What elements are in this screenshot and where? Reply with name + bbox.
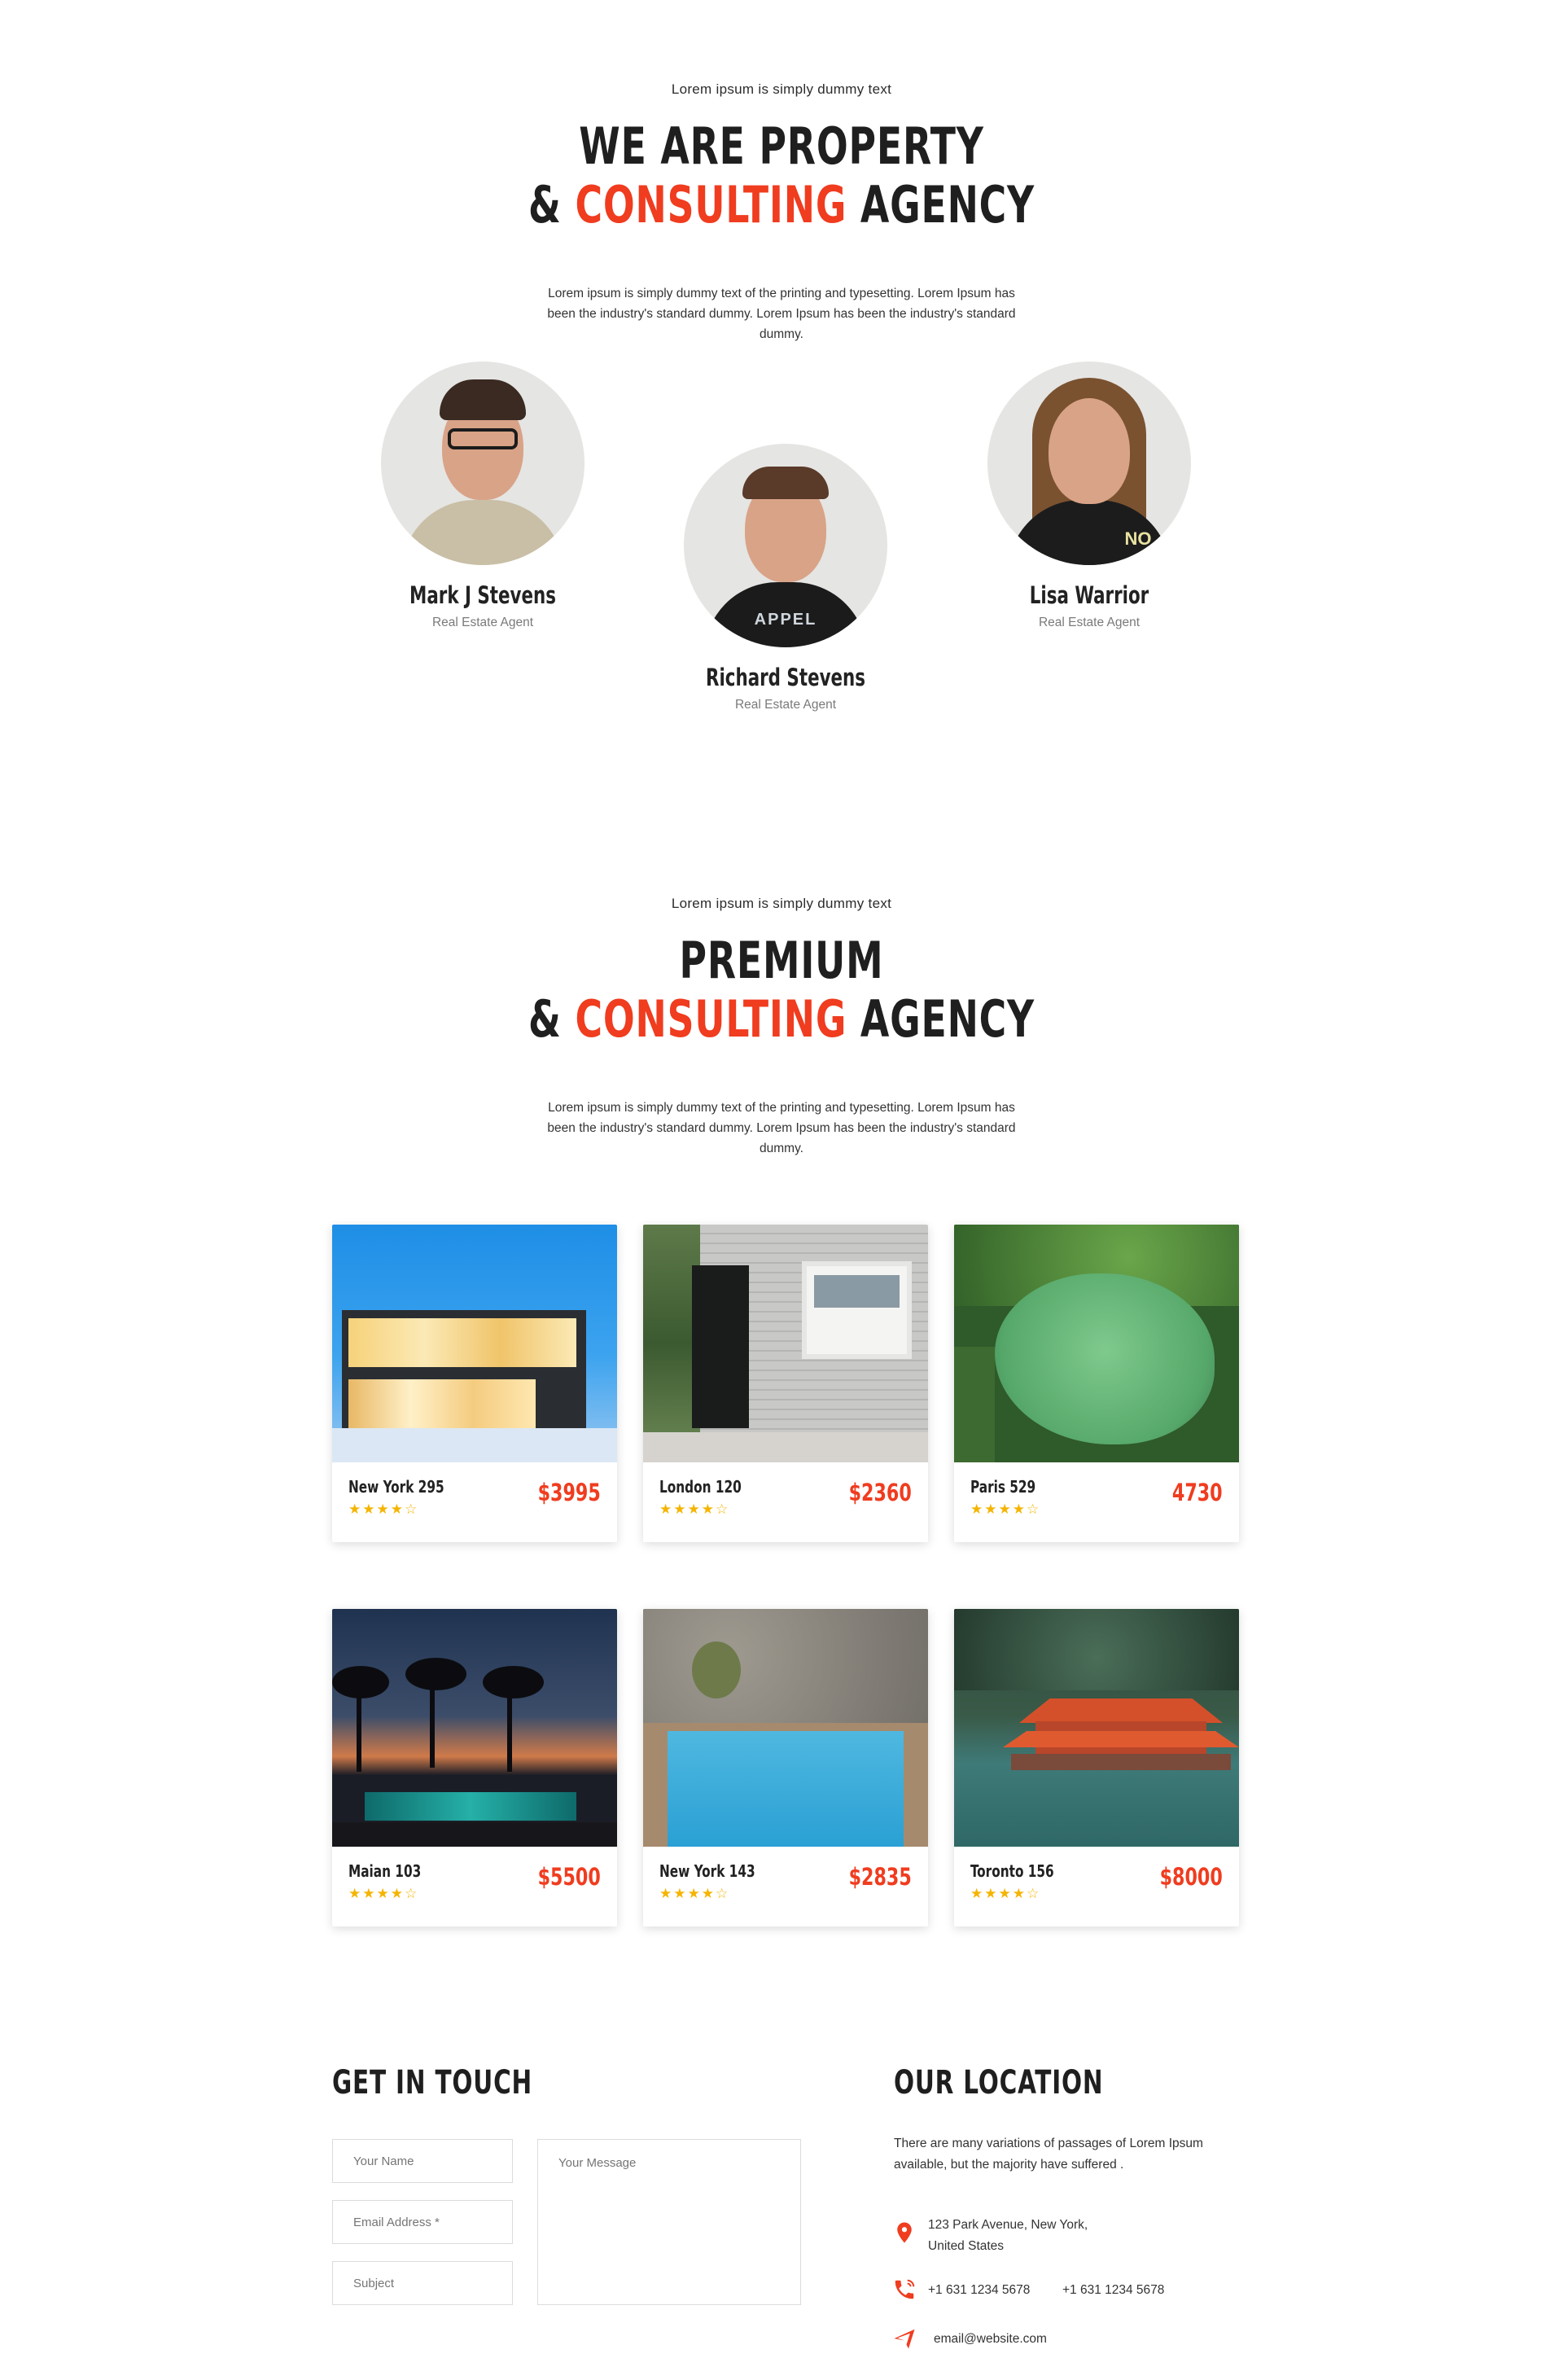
address: 123 Park Avenue, New York, United States [928, 2215, 1189, 2257]
member-name: Lisa Warrior [1029, 581, 1149, 609]
phone-icon [895, 2279, 915, 2299]
rating-stars: ★★★★☆ [348, 1501, 419, 1517]
phone-secondary[interactable]: +1 631 1234 5678 [1062, 2280, 1164, 2301]
team-member-lisa: NO Lisa Warrior Real Estate Agent [983, 362, 1195, 630]
address-line1: 123 Park Avenue, New York, [928, 2218, 1088, 2232]
property-price: $2360 [848, 1479, 912, 1506]
property-image[interactable] [332, 1609, 617, 1847]
subject-input[interactable] [332, 2261, 513, 2305]
member-name: Mark J Stevens [409, 581, 556, 609]
property-price: $8000 [1159, 1863, 1223, 1891]
premium-description: Lorem ipsum is simply dummy text of the … [547, 1101, 1016, 1155]
member-role: Real Estate Agent [431, 616, 534, 629]
location-title: OUR LOCATION [894, 2064, 1104, 2102]
property-name[interactable]: Toronto 156 [970, 1861, 1054, 1881]
rating-stars: ★★★★☆ [348, 1886, 419, 1901]
paper-plane-icon [894, 2329, 915, 2349]
about-eyebrow: Lorem ipsum is simply dummy text [671, 81, 892, 97]
contact-title: GET IN TOUCH [332, 2064, 533, 2102]
email-input[interactable] [332, 2200, 513, 2244]
property-image[interactable] [643, 1225, 928, 1462]
team-member-richard: APPEL Richard Stevens Real Estate Agent [680, 444, 891, 712]
premium-eyebrow: Lorem ipsum is simply dummy text [671, 896, 892, 911]
property-price: $5500 [537, 1863, 601, 1891]
property-price: $2835 [848, 1863, 912, 1891]
member-role: Real Estate Agent [734, 698, 837, 712]
avatar: APPEL [684, 444, 887, 647]
address-line2: United States [928, 2239, 1005, 2253]
property-price: $3995 [537, 1479, 601, 1506]
about-description: Lorem ipsum is simply dummy text of the … [547, 287, 1016, 341]
rating-stars: ★★★★☆ [659, 1501, 730, 1517]
premium-title-end: AGENCY [860, 989, 1035, 1049]
name-input[interactable] [332, 2139, 513, 2183]
rating-stars: ★★★★☆ [970, 1886, 1041, 1901]
phone-primary[interactable]: +1 631 1234 5678 [928, 2280, 1030, 2301]
team-member-mark: Mark J Stevens Real Estate Agent [377, 362, 589, 630]
property-name[interactable]: New York 295 [348, 1477, 444, 1497]
member-name: Richard Stevens [705, 664, 866, 691]
message-textarea[interactable] [537, 2139, 801, 2305]
premium-title-amp: & [528, 989, 562, 1049]
premium-title-line2: & CONSULTING AGENCY [141, 990, 1422, 1049]
rating-stars: ★★★★☆ [659, 1886, 730, 1901]
property-name[interactable]: Paris 529 [970, 1477, 1035, 1497]
rating-stars: ★★★★☆ [970, 1501, 1041, 1517]
property-name[interactable]: Maian 103 [348, 1861, 421, 1881]
premium-title-accent: CONSULTING [575, 989, 847, 1049]
avatar: NO [987, 362, 1191, 565]
property-card[interactable]: New York 295 ★★★★☆ $3995 [332, 1225, 617, 1542]
email-link[interactable]: email@website.com [934, 2329, 1047, 2350]
about-title: WE ARE PROPERTY & CONSULTING AGENCY [141, 117, 1422, 234]
avatar [381, 362, 584, 565]
property-image[interactable] [954, 1225, 1239, 1462]
about-title-accent: CONSULTING [575, 175, 847, 234]
property-card[interactable]: Toronto 156 ★★★★☆ $8000 [954, 1609, 1239, 1926]
map-pin-icon [897, 2222, 912, 2243]
property-image[interactable] [332, 1225, 617, 1462]
about-title-end: AGENCY [860, 175, 1035, 234]
property-card[interactable]: Maian 103 ★★★★☆ $5500 [332, 1609, 617, 1926]
premium-title-line1: PREMIUM [679, 931, 884, 990]
property-name[interactable]: New York 143 [659, 1861, 755, 1881]
about-title-line1: WE ARE PROPERTY [579, 116, 984, 176]
property-name[interactable]: London 120 [659, 1477, 742, 1497]
property-price: 4730 [1172, 1479, 1223, 1506]
property-card[interactable]: London 120 ★★★★☆ $2360 [643, 1225, 928, 1542]
property-card[interactable]: New York 143 ★★★★☆ $2835 [643, 1609, 928, 1926]
about-title-line2: & CONSULTING AGENCY [141, 176, 1422, 234]
location-description: There are many variations of passages of… [894, 2137, 1203, 2172]
member-role: Real Estate Agent [1038, 616, 1141, 629]
property-image[interactable] [954, 1609, 1239, 1847]
premium-title: PREMIUM & CONSULTING AGENCY [141, 931, 1422, 1049]
property-card[interactable]: Paris 529 ★★★★☆ 4730 [954, 1225, 1239, 1542]
about-title-amp: & [528, 175, 562, 234]
property-image[interactable] [643, 1609, 928, 1847]
